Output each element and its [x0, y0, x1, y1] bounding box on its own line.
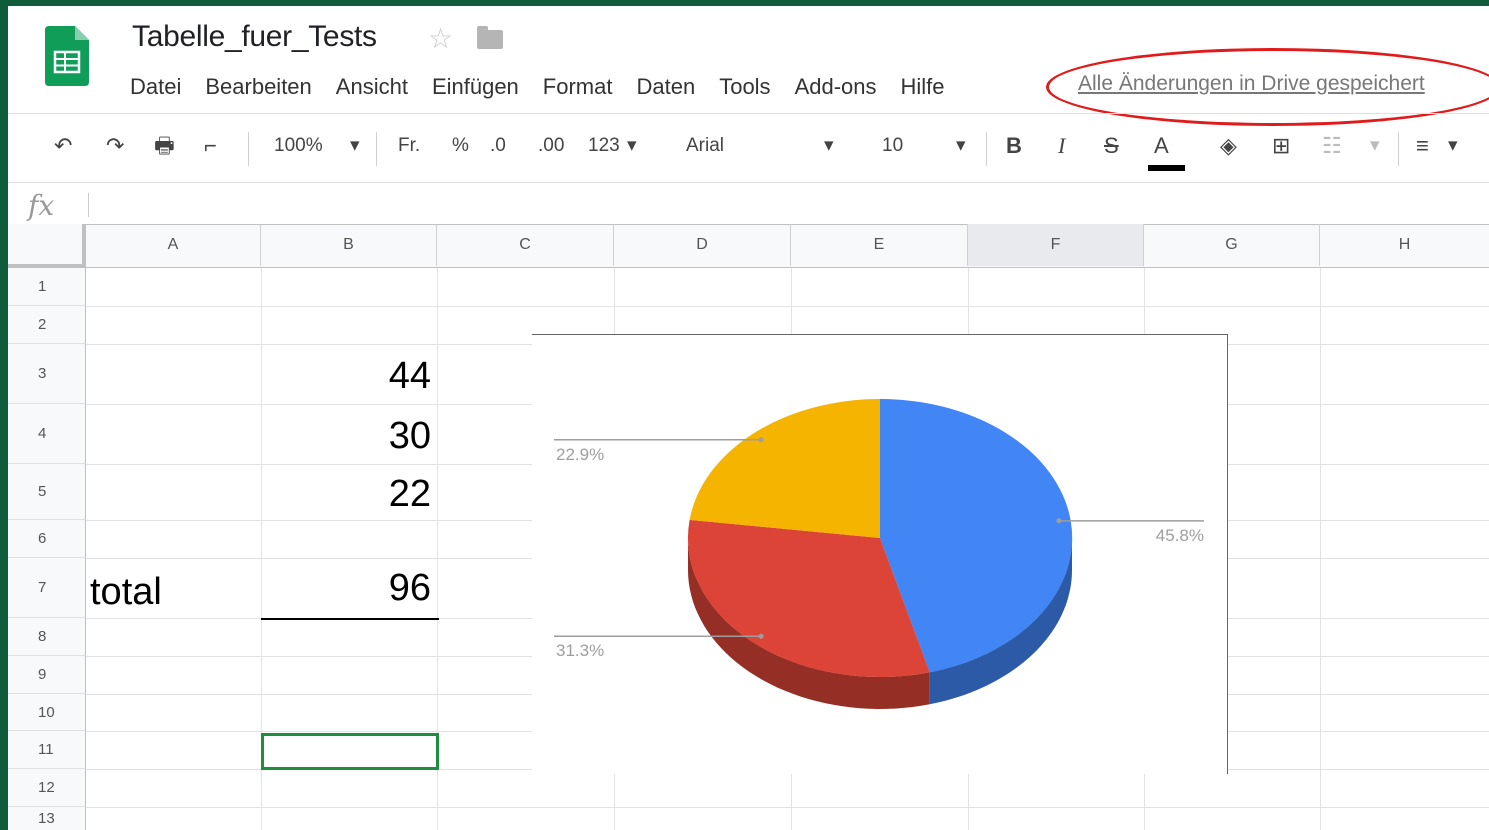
pie-label-0: 45.8% — [1156, 526, 1204, 545]
undo-icon[interactable]: ↶ — [54, 132, 72, 160]
row-header-13[interactable]: 13 — [8, 807, 86, 830]
decrease-decimal-button[interactable]: .0 — [490, 132, 506, 160]
cell-a7[interactable]: total — [90, 570, 162, 614]
percent-format-button[interactable]: % — [452, 132, 469, 160]
merge-dropdown-icon[interactable]: ▾ — [1370, 132, 1380, 160]
grid-line — [86, 306, 1489, 307]
row-header-3[interactable]: 3 — [8, 344, 86, 404]
font-size-select[interactable]: 10 — [882, 132, 903, 160]
bold-button[interactable]: B — [1006, 132, 1022, 160]
pie-label-1: 31.3% — [556, 641, 604, 660]
column-header-h[interactable]: H — [1320, 224, 1489, 266]
column-header-c[interactable]: C — [437, 224, 614, 266]
column-header-g[interactable]: G — [1144, 224, 1320, 266]
zoom-select[interactable]: 100% — [274, 132, 323, 160]
column-header-d[interactable]: D — [614, 224, 791, 266]
paint-format-icon[interactable]: ⌐ — [204, 132, 217, 160]
more-formats-dropdown-icon[interactable]: ▾ — [627, 132, 637, 160]
font-dropdown-icon[interactable]: ▾ — [824, 132, 834, 160]
row-header-11[interactable]: 11 — [8, 731, 86, 769]
increase-decimal-button[interactable]: .00 — [538, 132, 564, 160]
sheets-logo-icon[interactable] — [45, 26, 89, 86]
row-header-1[interactable]: 1 — [8, 268, 86, 306]
column-header-b[interactable]: B — [261, 224, 437, 266]
redo-icon[interactable]: ↷ — [106, 132, 124, 160]
pie-slice-2[interactable] — [689, 399, 880, 538]
cell-b7[interactable]: 96 — [261, 566, 431, 610]
menu-bearbeiten[interactable]: Bearbeiten — [205, 74, 311, 100]
column-header-a[interactable]: A — [86, 224, 261, 266]
print-icon[interactable]: 🖶 — [154, 132, 175, 160]
borders-icon[interactable]: ⊞ — [1272, 132, 1290, 160]
row-header-8[interactable]: 8 — [8, 618, 86, 656]
pie-leader-dot-0 — [1056, 518, 1062, 524]
row-header-6[interactable]: 6 — [8, 520, 86, 558]
cell-b4[interactable]: 30 — [261, 414, 431, 458]
more-formats-button[interactable]: 123 — [588, 132, 620, 160]
strikethrough-button[interactable]: S — [1104, 132, 1119, 160]
font-size-dropdown-icon[interactable]: ▾ — [956, 132, 966, 160]
document-title[interactable]: Tabelle_fuer_Tests — [132, 20, 377, 54]
row-header-12[interactable]: 12 — [8, 769, 86, 807]
menu-addons[interactable]: Add-ons — [795, 74, 877, 100]
row-header-9[interactable]: 9 — [8, 656, 86, 694]
menu-hilfe[interactable]: Hilfe — [901, 74, 945, 100]
pie-chart-canvas: 45.8% 31.3% 22.9% — [554, 398, 1204, 709]
toolbar-separator — [986, 132, 987, 166]
menu-format[interactable]: Format — [543, 74, 613, 100]
folder-icon[interactable] — [477, 26, 503, 49]
row-header-10[interactable]: 10 — [8, 694, 86, 731]
text-color-button[interactable]: A — [1154, 132, 1169, 160]
grid-line — [1320, 268, 1321, 830]
align-left-icon[interactable]: ≡ — [1416, 132, 1429, 160]
menu-ansicht[interactable]: Ansicht — [336, 74, 408, 100]
text-color-indicator — [1148, 165, 1185, 171]
menu-einfuegen[interactable]: Einfügen — [432, 74, 519, 100]
menu-datei[interactable]: Datei — [130, 74, 181, 100]
merge-cells-icon[interactable]: ☷ — [1322, 132, 1342, 160]
spreadsheet-window: Tabelle_fuer_Tests ☆ Datei Bearbeiten An… — [8, 6, 1489, 830]
selected-cell-b11[interactable] — [261, 733, 439, 770]
cell-b3[interactable]: 44 — [261, 354, 431, 398]
cell-b5[interactable]: 22 — [261, 472, 431, 516]
pie-leader-dot-1 — [758, 633, 764, 639]
menu-bar: Datei Bearbeiten Ansicht Einfügen Format… — [130, 72, 969, 102]
pie-leader-dot-2 — [758, 437, 764, 443]
toolbar: ↶ ↷ 🖶 ⌐ 100% ▾ Fr. % .0 .00 123 ▾ Arial … — [8, 114, 1489, 182]
row-header-5[interactable]: 5 — [8, 464, 86, 520]
pie-chart[interactable]: 45.8% 31.3% 22.9% — [532, 334, 1228, 774]
column-header-f[interactable]: F — [968, 224, 1144, 266]
align-dropdown-icon[interactable]: ▾ — [1448, 132, 1458, 160]
currency-format-button[interactable]: Fr. — [398, 132, 420, 160]
pie-label-2: 22.9% — [556, 445, 604, 464]
menu-daten[interactable]: Daten — [636, 74, 695, 100]
row-header-2[interactable]: 2 — [8, 306, 86, 344]
grid-line — [86, 807, 1489, 808]
fill-color-icon[interactable]: ◈ — [1220, 132, 1237, 160]
font-select[interactable]: Arial — [686, 132, 724, 160]
formula-separator — [88, 193, 89, 217]
toolbar-separator — [248, 132, 249, 166]
star-icon[interactable]: ☆ — [428, 22, 453, 55]
select-all-corner[interactable] — [8, 224, 86, 268]
row-header-4[interactable]: 4 — [8, 404, 86, 464]
menu-tools[interactable]: Tools — [719, 74, 770, 100]
toolbar-separator — [1398, 132, 1399, 166]
formula-bar[interactable]: fx — [8, 182, 1489, 225]
italic-button[interactable]: I — [1058, 132, 1065, 160]
column-header-e[interactable]: E — [791, 224, 968, 266]
fx-icon: fx — [28, 189, 55, 222]
row-header-7[interactable]: 7 — [8, 558, 86, 618]
cell-b7-bottom-border — [261, 618, 439, 620]
toolbar-separator — [376, 132, 377, 166]
zoom-dropdown-icon[interactable]: ▾ — [350, 132, 360, 160]
